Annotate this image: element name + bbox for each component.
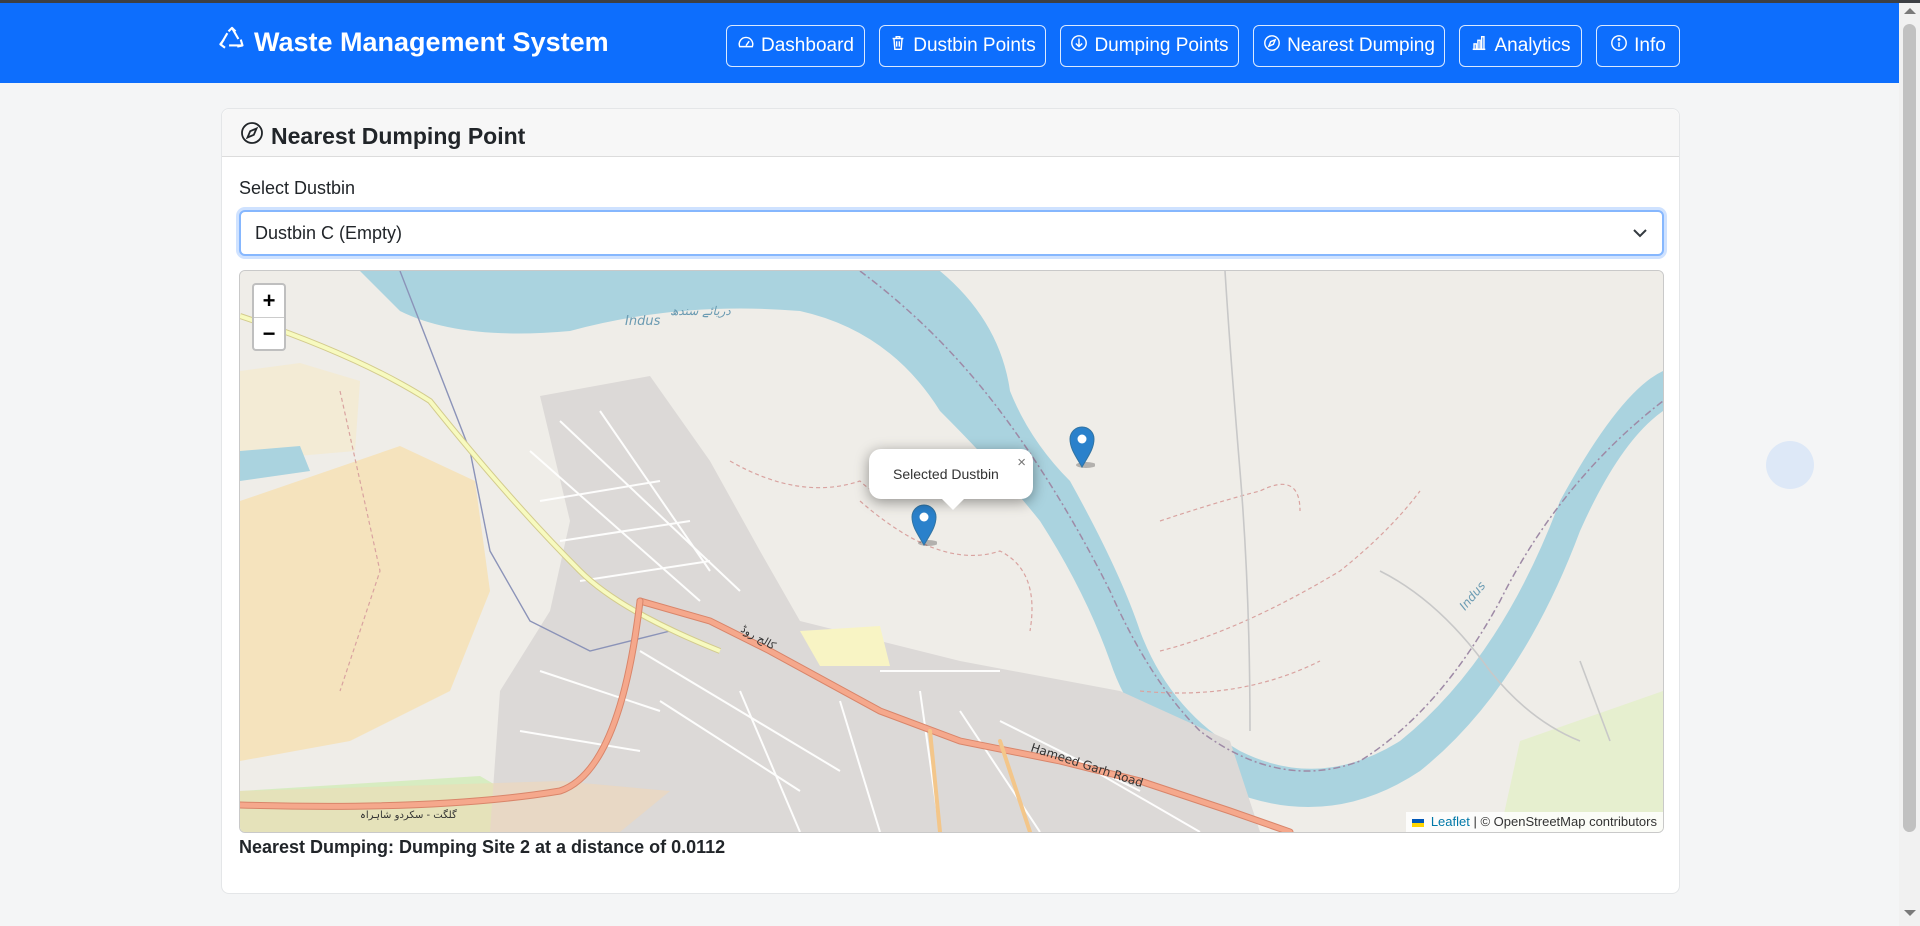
popup-text: Selected Dustbin — [893, 466, 999, 482]
dustbin-select[interactable]: Dustbin C (Empty) — [239, 210, 1664, 256]
navbar: Waste Management System Dashboard Dustbi… — [0, 3, 1899, 83]
download-circle-icon — [1070, 34, 1088, 58]
zoom-control: + − — [252, 283, 286, 351]
nearest-dumping-card: Nearest Dumping Point Select Dustbin Dus… — [221, 108, 1680, 894]
compass-icon — [240, 121, 264, 151]
card-header: Nearest Dumping Point — [222, 109, 1679, 157]
scroll-down-arrow-icon[interactable] — [1904, 910, 1916, 916]
ukraine-flag-icon — [1412, 818, 1425, 827]
nav-dashboard-label: Dashboard — [761, 35, 854, 56]
popup-tip — [942, 499, 964, 510]
dumping-site-marker[interactable] — [1069, 426, 1096, 468]
select-dustbin-label: Select Dustbin — [239, 178, 356, 198]
bar-chart-icon — [1470, 34, 1488, 58]
popup-close-button[interactable]: × — [1017, 454, 1026, 471]
nav-dumping-points-label: Dumping Points — [1094, 35, 1229, 56]
zoom-out-button[interactable]: − — [254, 318, 284, 350]
map-label-indus-urdu: دریائے سندھ — [670, 304, 731, 318]
chevron-down-icon — [1633, 229, 1647, 238]
nav-dustbin-points-label: Dustbin Points — [913, 35, 1036, 56]
nearest-dumping-result: Nearest Dumping: Dumping Site 2 at a dis… — [239, 837, 726, 857]
decorative-circle — [1766, 441, 1814, 489]
map-view[interactable]: Indus دریائے سندھ Indus Hameed Garh Road… — [239, 270, 1664, 833]
attribution-text: | © OpenStreetMap contributors — [1473, 814, 1658, 829]
map-attribution: Leaflet | © OpenStreetMap contributors — [1406, 812, 1663, 832]
trash-icon — [889, 34, 907, 58]
map-label-indus: Indus — [625, 314, 661, 329]
scrollbar-thumb[interactable] — [1903, 24, 1916, 832]
nav-nearest-dumping-label: Nearest Dumping — [1287, 35, 1435, 56]
card-title: Nearest Dumping Point — [240, 121, 525, 151]
recycle-icon — [218, 25, 246, 60]
zoom-in-button[interactable]: + — [254, 285, 284, 318]
leaflet-link[interactable]: Leaflet — [1431, 814, 1470, 829]
brand[interactable]: Waste Management System — [218, 25, 609, 60]
scroll-up-arrow-icon[interactable] — [1904, 8, 1916, 14]
info-circle-icon — [1610, 34, 1628, 58]
nav-info-label: Info — [1634, 35, 1666, 56]
compass-icon — [1263, 34, 1281, 58]
nav-dumping-points-button[interactable]: Dumping Points — [1060, 25, 1239, 67]
nav-analytics-label: Analytics — [1494, 35, 1571, 56]
map-popup: Selected Dustbin × — [869, 449, 1033, 510]
speedometer-icon — [737, 34, 755, 58]
nav-dashboard-button[interactable]: Dashboard — [726, 25, 865, 67]
card-title-text: Nearest Dumping Point — [271, 122, 526, 149]
selected-dustbin-marker[interactable] — [911, 504, 938, 546]
map-tiles[interactable]: Indus دریائے سندھ Indus Hameed Garh Road… — [240, 271, 1663, 832]
nav-info-button[interactable]: Info — [1596, 25, 1680, 67]
brand-title: Waste Management System — [254, 27, 609, 57]
nav-dustbin-points-button[interactable]: Dustbin Points — [879, 25, 1046, 67]
dustbin-select-value: Dustbin C (Empty) — [255, 223, 403, 243]
nav-nearest-dumping-button[interactable]: Nearest Dumping — [1253, 25, 1445, 67]
map-label-gilgit-road: گلگت - سکردو شاہراہ — [360, 809, 457, 821]
nav-analytics-button[interactable]: Analytics — [1459, 25, 1582, 67]
